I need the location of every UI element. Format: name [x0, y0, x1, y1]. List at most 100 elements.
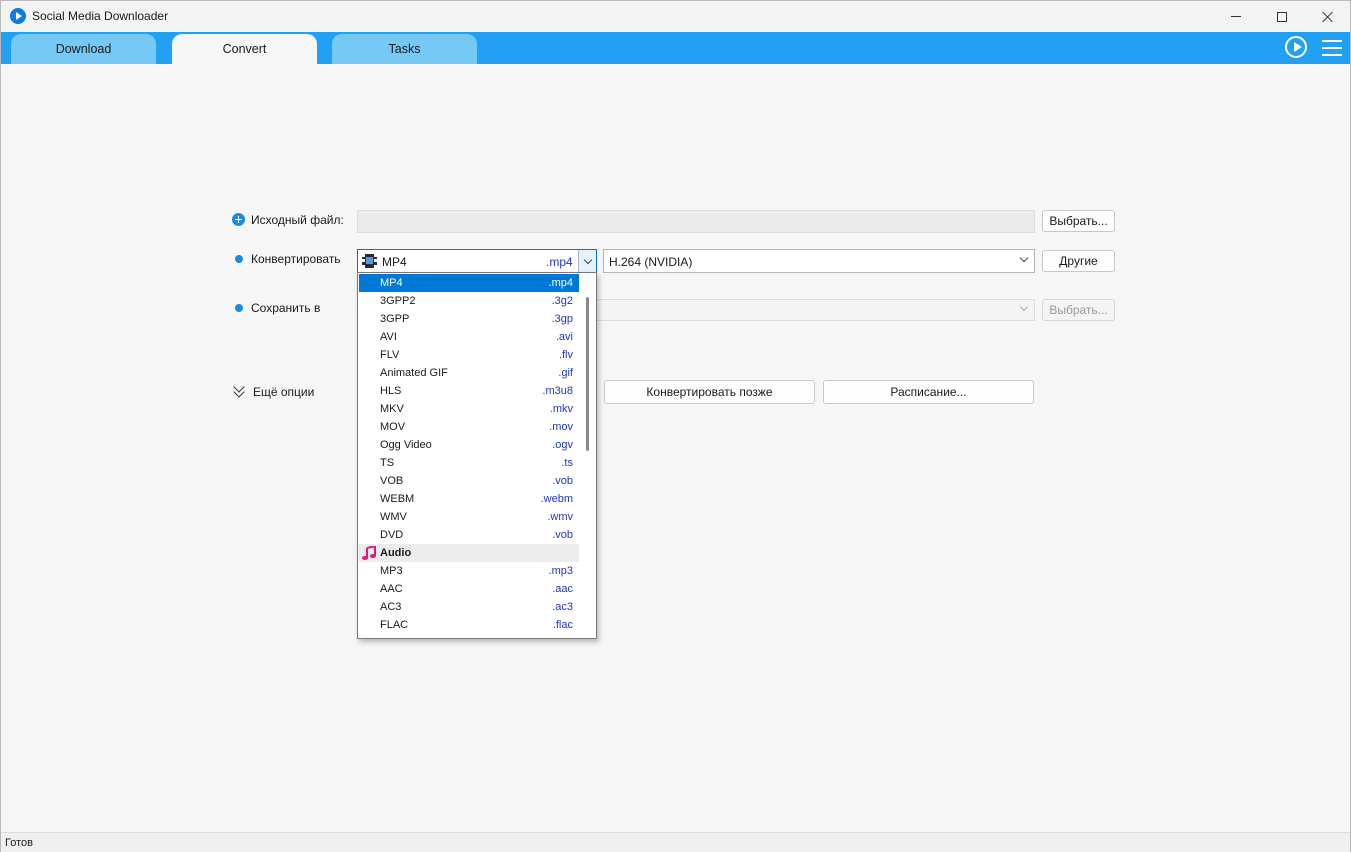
option-name: MP3 — [380, 565, 403, 577]
dropdown-option[interactable]: FLAC .flac — [359, 616, 579, 634]
dropdown-group-audio: Audio — [359, 544, 579, 562]
codec-selected-value: H.264 (NVIDIA) — [609, 255, 693, 269]
more-options-label: Ещё опции — [253, 385, 315, 399]
option-name: FLV — [380, 349, 400, 361]
option-name: MOV — [380, 421, 406, 433]
tab-tasks[interactable]: Tasks — [332, 34, 477, 64]
option-extension: .ogv — [552, 439, 573, 451]
minimize-icon — [1231, 16, 1241, 17]
dropdown-option[interactable]: Ogg Video .ogv — [359, 436, 579, 454]
schedule-button[interactable]: Расписание... — [823, 380, 1034, 404]
app-logo-icon — [10, 8, 26, 24]
format-select[interactable]: MP4 .mp4 — [357, 249, 597, 273]
dropdown-scrollbar[interactable] — [579, 273, 596, 638]
dropdown-option[interactable]: AC3 .ac3 — [359, 598, 579, 616]
dropdown-option[interactable]: WEBM .webm — [359, 490, 579, 508]
dropdown-option[interactable]: MP3 .mp3 — [359, 562, 579, 580]
tab-bar: Download Convert Tasks — [1, 32, 1350, 64]
option-name: MKV — [380, 403, 404, 415]
source-file-label: Исходный файл: — [251, 213, 344, 227]
save-folder-select[interactable] — [597, 299, 1035, 321]
dropdown-option[interactable]: 3GPP .3gp — [359, 310, 579, 328]
double-chevron-down-icon — [232, 381, 246, 399]
maximize-icon — [1277, 11, 1287, 22]
minimize-button[interactable] — [1213, 1, 1259, 32]
option-extension: .mov — [549, 421, 573, 433]
dropdown-scroll-thumb[interactable] — [586, 297, 589, 451]
option-name: TS — [380, 457, 395, 469]
dropdown-option[interactable]: TS .ts — [359, 454, 579, 472]
save-browse-button[interactable]: Выбрать... — [1042, 299, 1115, 321]
dropdown-option[interactable]: DVD .vob — [359, 526, 579, 544]
format-selected-ext: .mp4 — [546, 255, 573, 269]
status-bar: Готов — [1, 832, 1350, 852]
format-selected-value: MP4 — [382, 255, 407, 269]
convert-label: Конвертировать — [251, 252, 341, 266]
option-extension: .wmv — [547, 511, 573, 523]
play-icon[interactable] — [1285, 36, 1307, 58]
group-label: Audio — [380, 547, 412, 559]
dropdown-option[interactable]: MP4 .mp4 — [359, 274, 579, 292]
chevron-down-icon — [583, 255, 592, 264]
option-extension: .mkv — [549, 403, 573, 415]
option-extension: .ac3 — [552, 601, 573, 613]
option-extension: .ts — [561, 457, 573, 469]
option-extension: .gif — [558, 367, 573, 379]
dropdown-option[interactable]: FLV .flv — [359, 346, 579, 364]
option-extension: .flv — [558, 349, 573, 361]
maximize-button[interactable] — [1259, 1, 1305, 32]
dropdown-option[interactable]: VOB .vob — [359, 472, 579, 490]
option-name: 3GPP2 — [380, 295, 416, 307]
option-extension: .vob — [552, 529, 573, 541]
dropdown-option[interactable]: AVI .avi — [359, 328, 579, 346]
window-title: Social Media Downloader — [32, 9, 169, 23]
option-name: DVD — [380, 529, 404, 541]
convert-later-button[interactable]: Конвертировать позже — [604, 380, 815, 404]
other-button[interactable]: Другие — [1042, 250, 1115, 272]
app-window: Social Media Downloader Download Convert… — [0, 0, 1351, 852]
option-name: VOB — [380, 475, 404, 487]
option-extension: .vob — [552, 475, 573, 487]
codec-select[interactable]: H.264 (NVIDIA) — [603, 249, 1035, 273]
option-name: Animated GIF — [380, 367, 448, 379]
source-browse-button[interactable]: Выбрать... — [1042, 210, 1115, 232]
save-bullet-icon — [235, 304, 243, 312]
source-file-input[interactable] — [357, 210, 1035, 233]
option-extension: .3gp — [551, 313, 573, 325]
dropdown-option[interactable]: Animated GIF .gif — [359, 364, 579, 382]
video-file-icon — [362, 254, 377, 268]
option-name: WMV — [380, 511, 407, 523]
option-name: AAC — [380, 583, 403, 595]
tab-download[interactable]: Download — [11, 34, 156, 64]
option-extension: .avi — [555, 331, 573, 343]
close-icon — [1322, 11, 1334, 23]
option-extension: .webm — [540, 493, 573, 505]
option-extension: .aac — [552, 583, 573, 595]
format-dropdown-arrow[interactable] — [578, 250, 596, 272]
option-extension: .flac — [552, 619, 573, 631]
chevron-down-icon — [1019, 253, 1029, 263]
dropdown-option[interactable]: 3GPP2 .3g2 — [359, 292, 579, 310]
option-name: FLAC — [380, 619, 409, 631]
menu-icon[interactable] — [1322, 40, 1342, 56]
dropdown-option[interactable]: MKV .mkv — [359, 400, 579, 418]
option-extension: .mp4 — [548, 277, 573, 289]
tab-convert[interactable]: Convert — [172, 34, 317, 64]
option-name: WEBM — [380, 493, 415, 505]
music-note-icon — [362, 546, 376, 560]
option-name: HLS — [380, 385, 402, 397]
convert-bullet-icon — [235, 255, 243, 263]
option-name: MP4 — [380, 277, 403, 289]
option-name: AC3 — [380, 601, 402, 613]
dropdown-option[interactable]: AAC .aac — [359, 580, 579, 598]
dropdown-option[interactable]: MOV .mov — [359, 418, 579, 436]
dropdown-option[interactable]: WMV .wmv — [359, 508, 579, 526]
close-button[interactable] — [1305, 1, 1351, 32]
chevron-down-icon — [1019, 302, 1029, 312]
title-bar: Social Media Downloader — [1, 1, 1350, 32]
dropdown-option[interactable]: HLS .m3u8 — [359, 382, 579, 400]
option-name: Ogg Video — [380, 439, 432, 451]
option-extension: .3g2 — [551, 295, 573, 307]
add-icon[interactable] — [232, 213, 245, 226]
option-name: AVI — [380, 331, 397, 343]
